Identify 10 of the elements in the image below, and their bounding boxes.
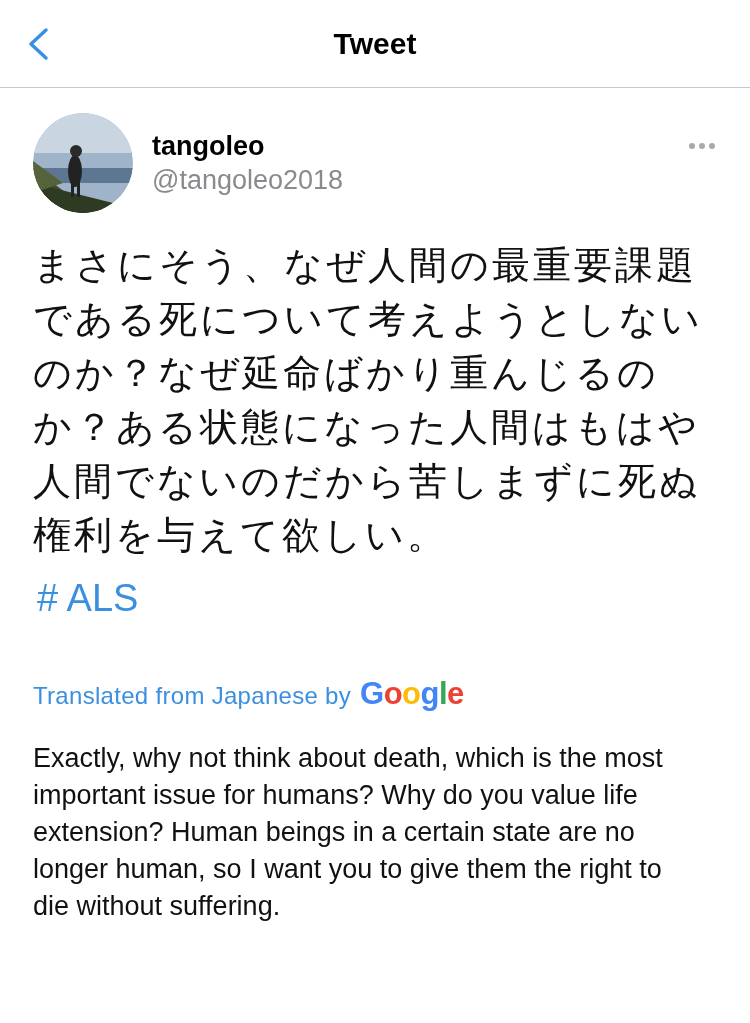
author-handle: @tangoleo2018 [152,164,345,197]
hashtag-link[interactable]: # ALS [37,577,139,619]
translated-text: Exactly, why not think about death, which is the most important issue for humans? Why do you value life extension? Human beings in a certain state are no longer human, so I want you to give them the right to die without suffering. [33,741,664,923]
page-title: Tweet [333,26,417,62]
google-logo: Google [360,675,464,713]
author-name: tangoleo [152,130,266,163]
translation-label: Translated from Japanese by [33,681,352,711]
back-icon[interactable] [26,27,50,61]
tweet-text: まさにそう、なぜ人間の最重要課題である死について考えようとしないのか？なぜ延命ばかり重んじるのか？ある状態になった人間はもはや人間でないのだから苦しまずに死ぬ権利を与えて欲しい。 [33,243,704,558]
more-icon[interactable] [688,142,716,150]
